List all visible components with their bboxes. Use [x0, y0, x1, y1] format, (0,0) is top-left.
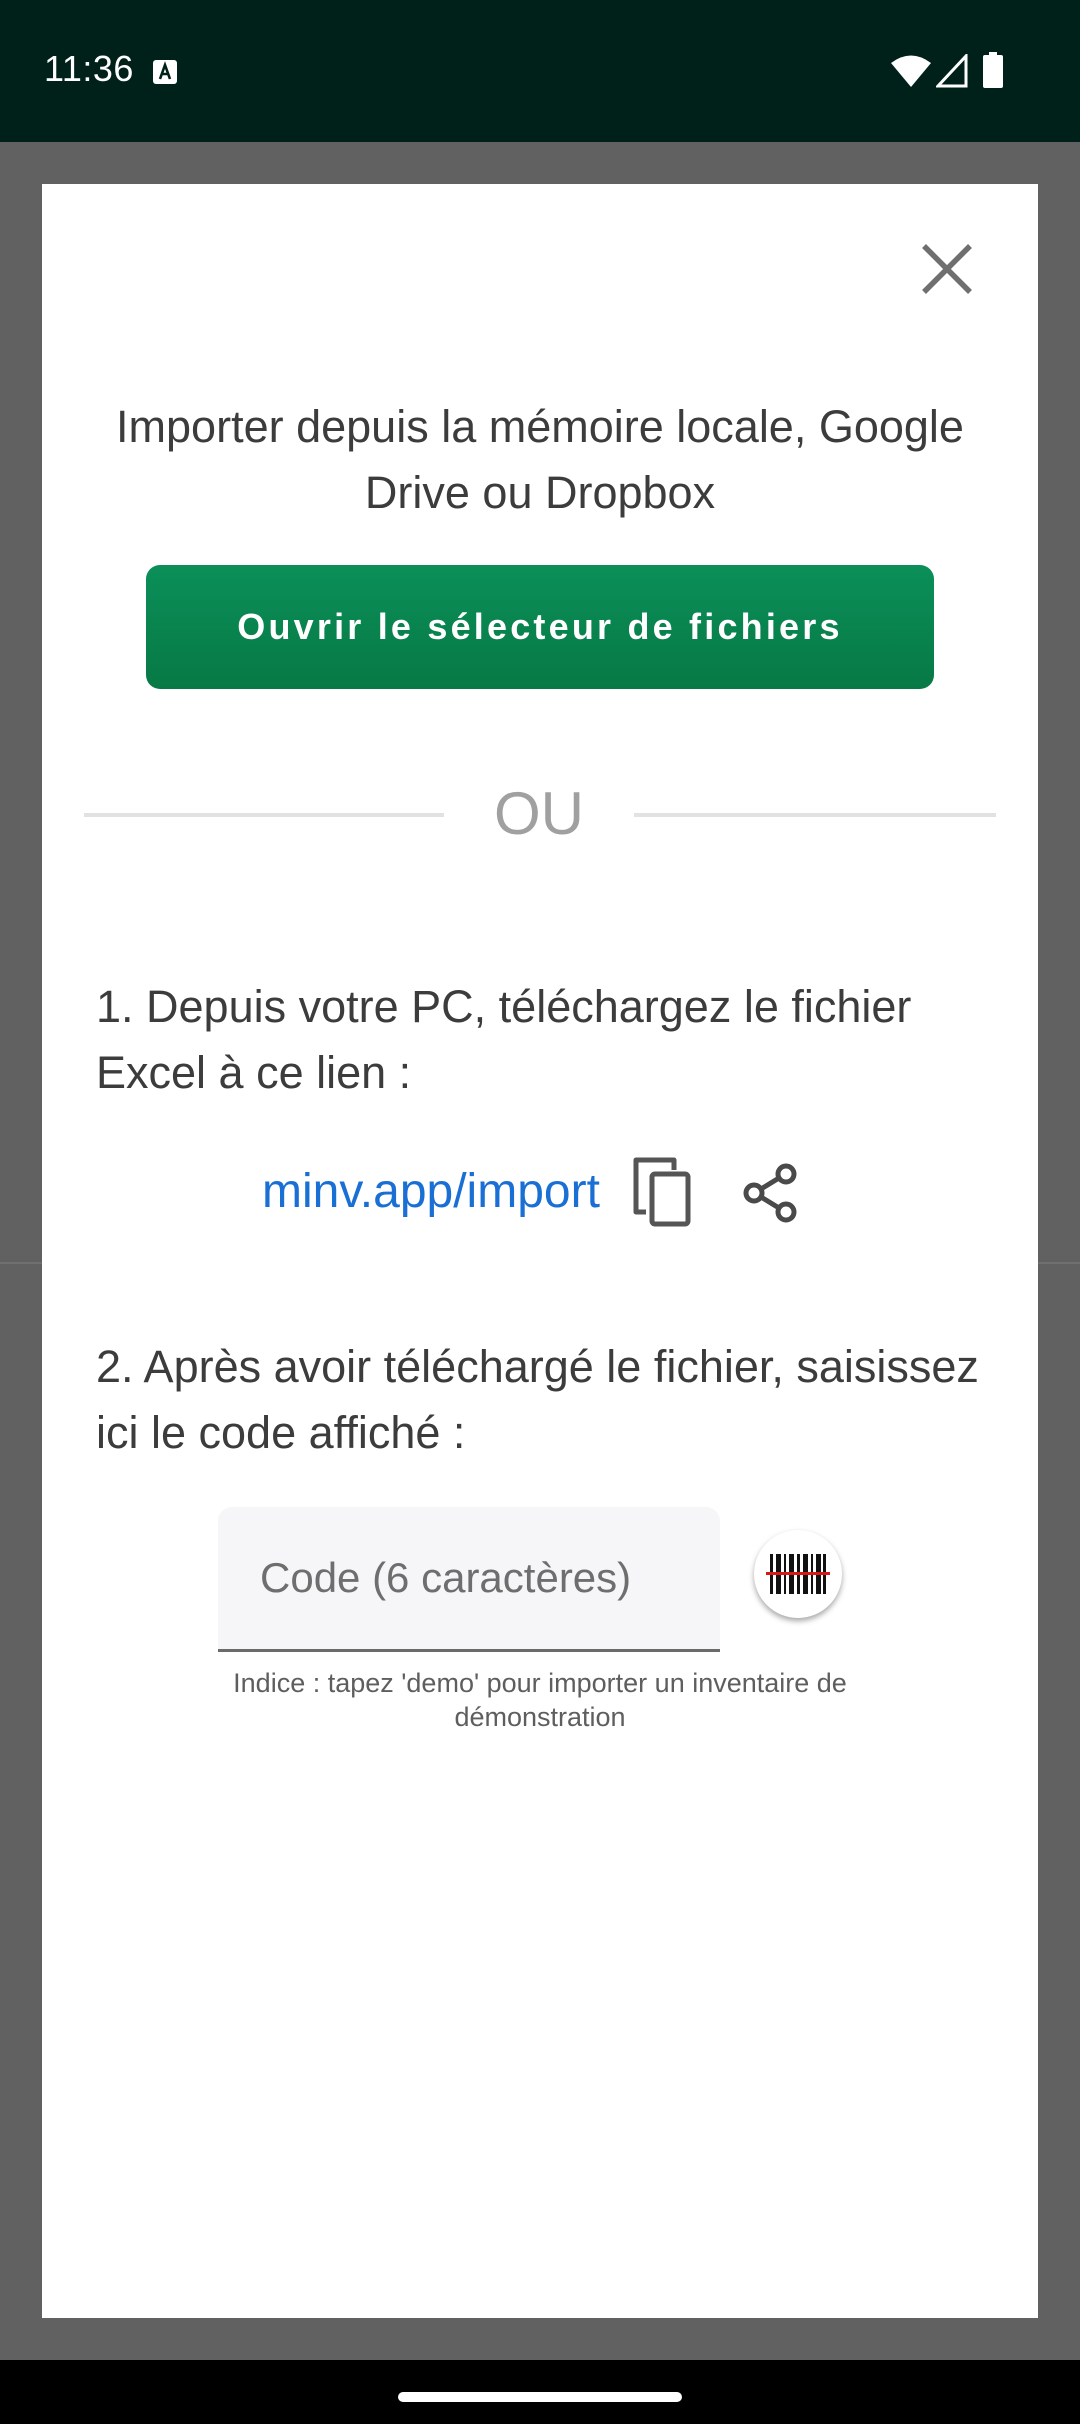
- home-handle[interactable]: [398, 2392, 682, 2402]
- navigation-bar: [0, 2360, 1080, 2424]
- code-field[interactable]: [218, 1507, 720, 1652]
- import-link-container: minv.app/import: [42, 1146, 1038, 1236]
- import-dialog: Importer depuis la mémoire locale, Googl…: [42, 184, 1038, 2318]
- divider-line-left: [84, 813, 444, 817]
- text-a-icon: [153, 60, 177, 84]
- barcode-scan-button[interactable]: [754, 1530, 842, 1618]
- status-bar: 11:36: [0, 0, 1080, 142]
- battery-icon: [983, 52, 1003, 88]
- import-link[interactable]: minv.app/import: [262, 1168, 600, 1216]
- demo-hint-text: Indice : tapez 'demo' pour importer un i…: [233, 1668, 847, 1732]
- import-title: Importer depuis la mémoire locale, Googl…: [116, 401, 964, 518]
- signal-icon: [936, 54, 968, 88]
- step2-instructions: 2. Après avoir téléchargé le fichier, sa…: [96, 1341, 979, 1458]
- status-time: 11:36: [44, 48, 134, 89]
- code-input[interactable]: [218, 1507, 720, 1649]
- open-file-picker-button[interactable]: Ouvrir le sélecteur de fichiers: [146, 565, 934, 689]
- close-icon: [922, 244, 972, 294]
- divider-line-right: [634, 813, 996, 817]
- or-divider-text: OU: [494, 780, 584, 847]
- share-icon[interactable]: [740, 1162, 802, 1224]
- wifi-icon: [891, 55, 931, 87]
- step1-instructions: 1. Depuis votre PC, téléchargez le fichi…: [96, 981, 912, 1098]
- copy-icon[interactable]: [632, 1156, 698, 1230]
- barcode-scan-icon: [766, 1554, 830, 1594]
- close-button[interactable]: [912, 234, 982, 304]
